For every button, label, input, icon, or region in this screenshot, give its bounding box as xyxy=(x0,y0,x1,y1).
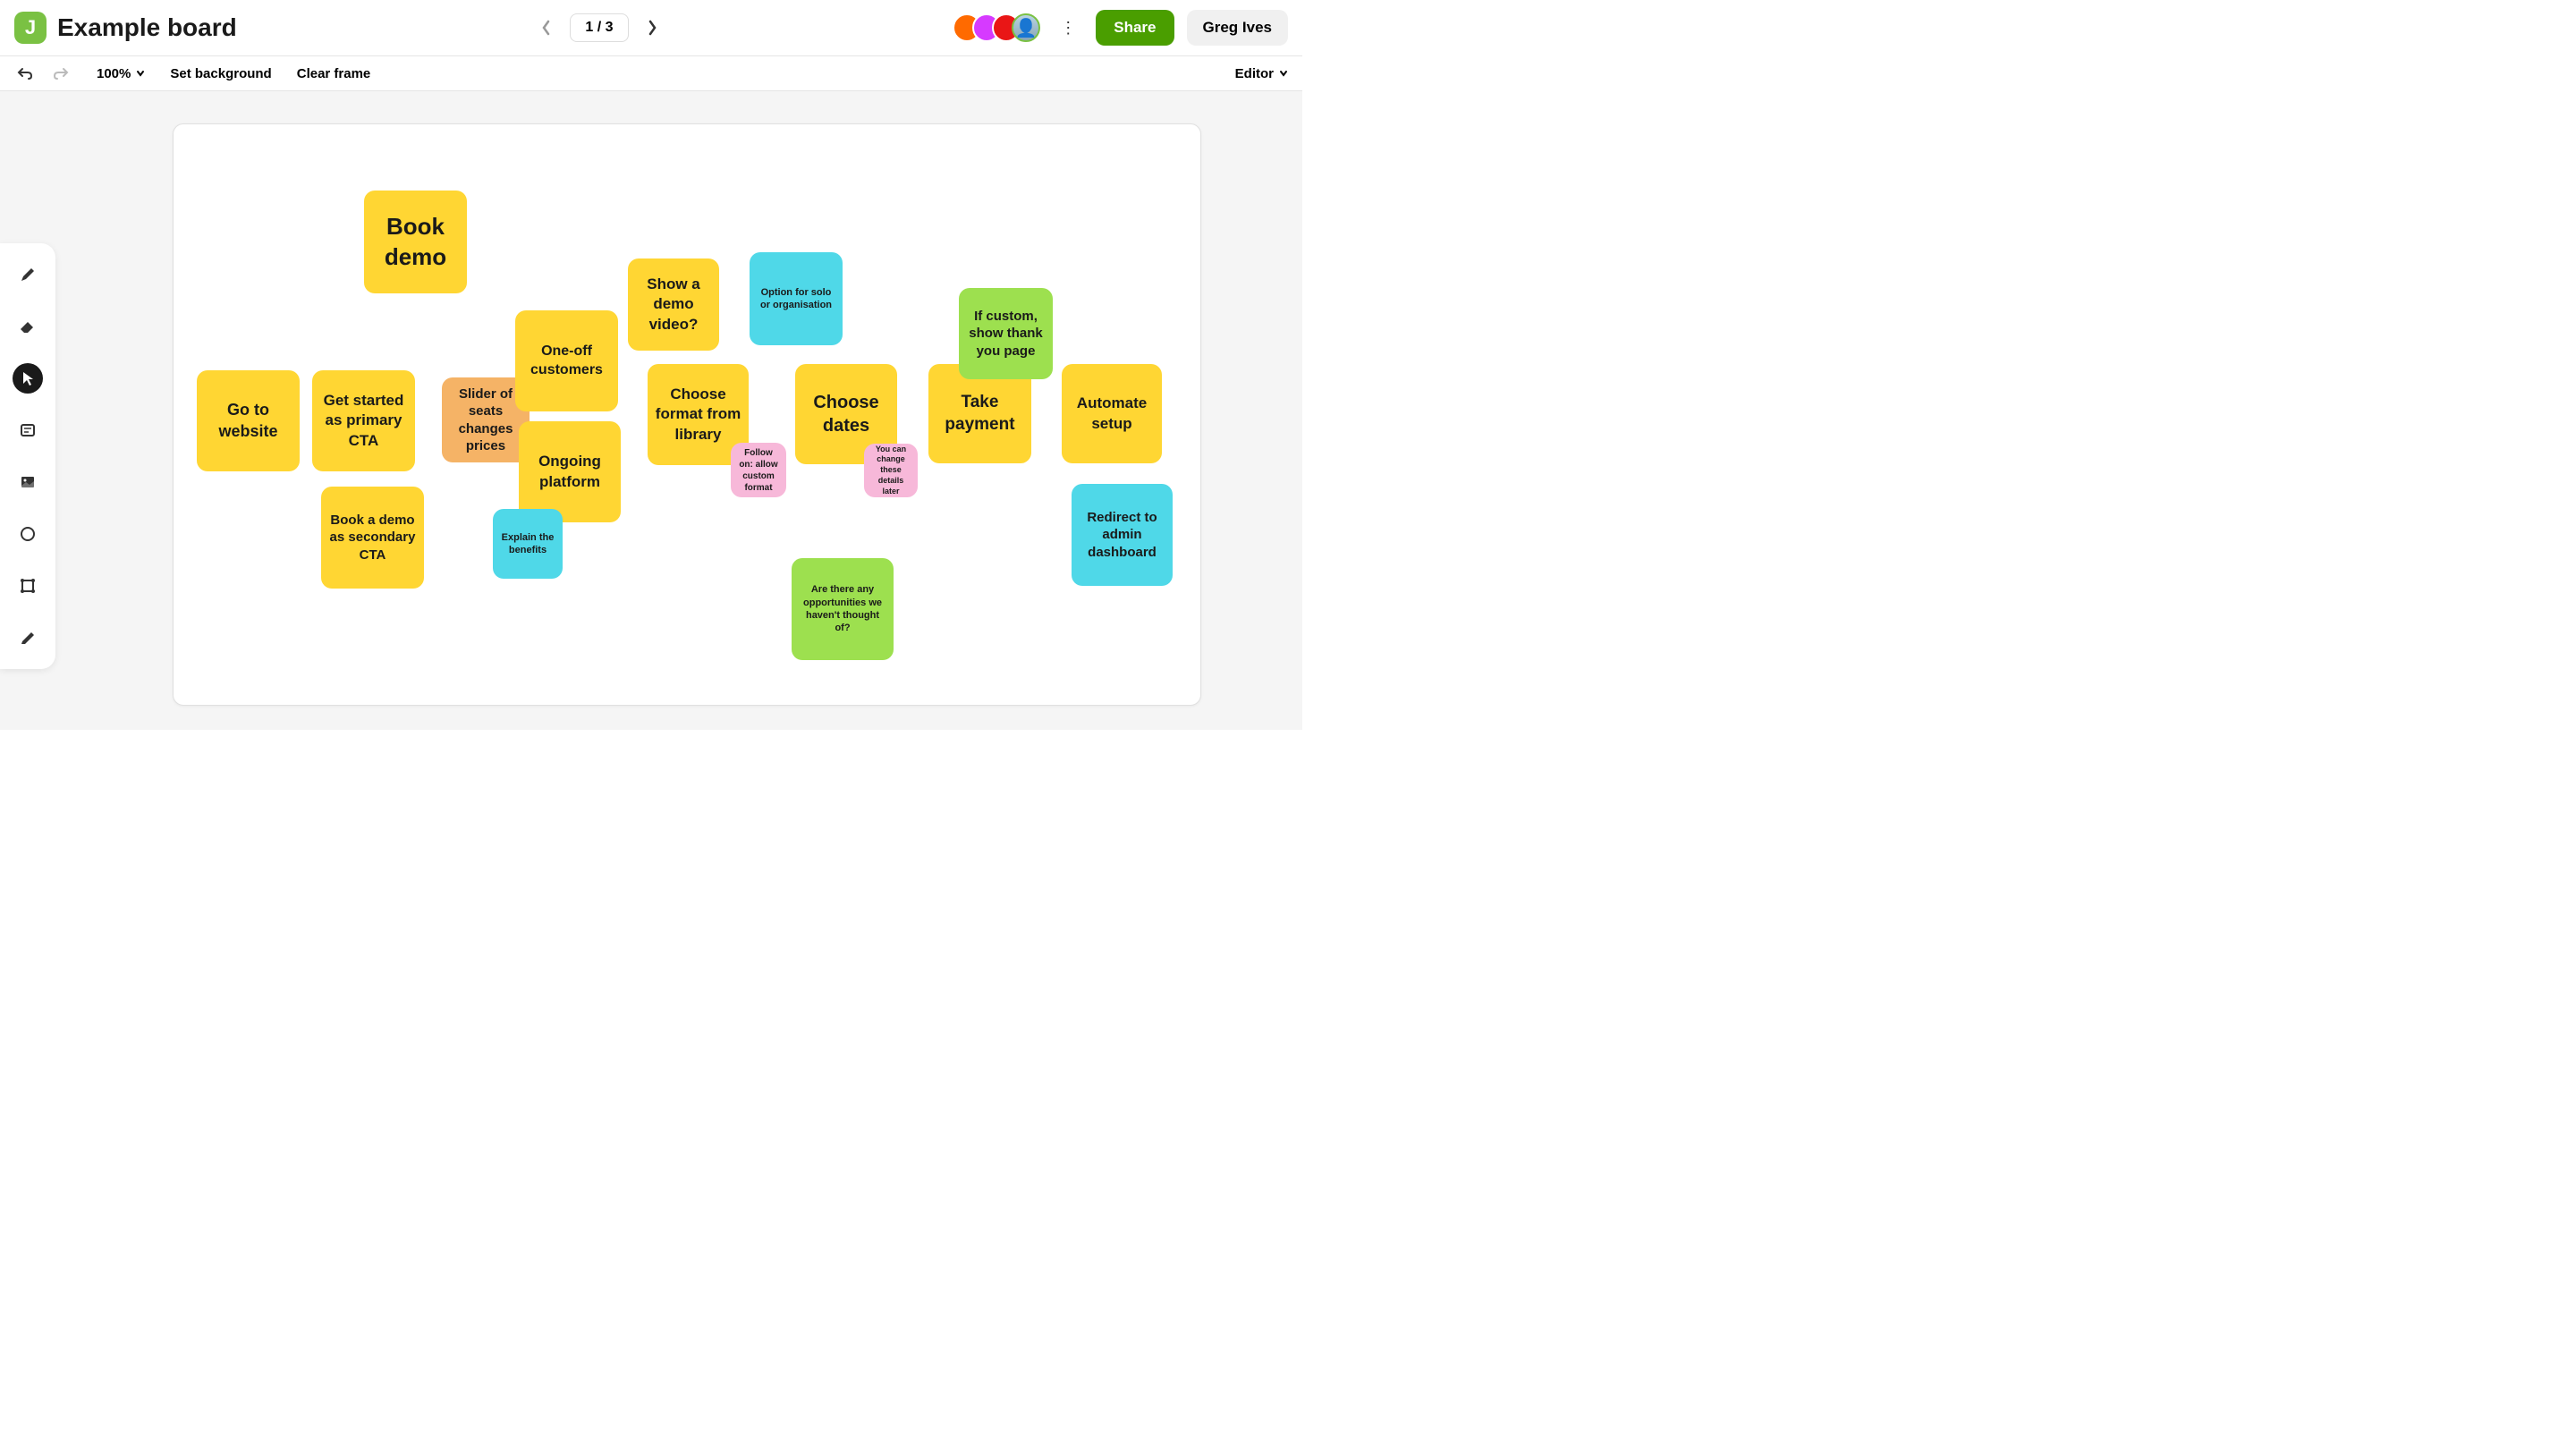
share-button[interactable]: Share xyxy=(1096,10,1174,46)
pen-tool[interactable] xyxy=(13,259,43,290)
shape-tool[interactable] xyxy=(13,571,43,601)
cursor-icon xyxy=(19,369,37,387)
avatar-user[interactable]: 👤 xyxy=(1012,13,1040,42)
user-menu[interactable]: Greg Ives xyxy=(1187,10,1289,46)
image-icon xyxy=(19,473,37,491)
shape-icon xyxy=(19,577,37,595)
prev-page-button[interactable] xyxy=(538,15,555,40)
sticky-note-automate[interactable]: Automate setup xyxy=(1062,364,1162,463)
page-navigation: 1 / 3 xyxy=(538,13,660,42)
redo-button[interactable] xyxy=(50,64,72,82)
header-right: 👤 ⋮ Share Greg Ives xyxy=(962,10,1288,46)
chevron-left-icon xyxy=(541,19,552,37)
sticky-note-option-solo[interactable]: Option for solo or organisation xyxy=(750,252,843,345)
header-center: 1 / 3 xyxy=(237,13,962,42)
clear-frame-button[interactable]: Clear frame xyxy=(297,66,371,81)
toolbar: 100% Set background Clear frame Editor xyxy=(0,56,1302,91)
zoom-value: 100% xyxy=(97,66,131,81)
chevron-right-icon xyxy=(647,19,657,37)
editor-mode-button[interactable]: Editor xyxy=(1235,66,1288,81)
chevron-down-icon xyxy=(1279,70,1288,77)
note-icon xyxy=(19,421,37,439)
highlighter-icon xyxy=(19,629,37,647)
sticky-note-ongoing[interactable]: Ongoing platform xyxy=(519,421,621,522)
editor-label: Editor xyxy=(1235,66,1274,81)
circle-tool[interactable] xyxy=(13,519,43,549)
sticky-note-book-demo-secondary[interactable]: Book a demo as secondary CTA xyxy=(321,487,424,589)
collaborator-avatars: 👤 xyxy=(962,13,1040,42)
app-logo: J xyxy=(14,12,47,44)
board-title[interactable]: Example board xyxy=(57,13,237,42)
eraser-tool[interactable] xyxy=(13,311,43,342)
cursor-tool[interactable] xyxy=(13,363,43,394)
canvas-container: Book demo Go to websiteGet started as pri… xyxy=(0,91,1302,730)
sticky-note-go-to-website[interactable]: Go to website xyxy=(197,370,300,471)
circle-icon xyxy=(19,525,37,543)
sticky-note-book-demo[interactable]: Book demo xyxy=(364,191,467,293)
zoom-control[interactable]: 100% xyxy=(97,66,145,81)
tool-sidebar xyxy=(0,243,55,669)
sticky-note-follow-on[interactable]: Follow on: allow custom format xyxy=(731,443,786,497)
sticky-note-opportunities[interactable]: Are there any opportunities we haven't t… xyxy=(792,558,894,660)
sticky-note-if-custom[interactable]: If custom, show thank you page xyxy=(959,288,1053,379)
highlighter-tool[interactable] xyxy=(13,623,43,653)
sticky-note-one-off[interactable]: One-off customers xyxy=(515,310,618,411)
page-indicator[interactable]: 1 / 3 xyxy=(570,13,628,42)
undo-icon xyxy=(16,66,34,80)
kebab-icon: ⋮ xyxy=(1060,19,1076,37)
undo-redo-group xyxy=(14,64,72,82)
redo-icon xyxy=(52,66,70,80)
header: J Example board 1 / 3 👤 ⋮ Share Greg Ive… xyxy=(0,0,1302,56)
set-background-button[interactable]: Set background xyxy=(170,66,271,81)
eraser-icon xyxy=(19,318,37,335)
note-tool[interactable] xyxy=(13,415,43,445)
more-menu-button[interactable]: ⋮ xyxy=(1053,15,1083,41)
undo-button[interactable] xyxy=(14,64,36,82)
sticky-note-get-started[interactable]: Get started as primary CTA xyxy=(312,370,415,471)
image-tool[interactable] xyxy=(13,467,43,497)
pen-icon xyxy=(19,266,37,284)
canvas-frame[interactable]: Book demo Go to websiteGet started as pri… xyxy=(173,123,1201,706)
sticky-note-show-demo[interactable]: Show a demo video? xyxy=(628,258,719,351)
sticky-note-change-later[interactable]: You can change these details later xyxy=(864,444,918,497)
next-page-button[interactable] xyxy=(643,15,661,40)
sticky-note-explain[interactable]: Explain the benefits xyxy=(493,509,563,579)
sticky-note-redirect[interactable]: Redirect to admin dashboard xyxy=(1072,484,1173,586)
chevron-down-icon xyxy=(136,70,145,77)
